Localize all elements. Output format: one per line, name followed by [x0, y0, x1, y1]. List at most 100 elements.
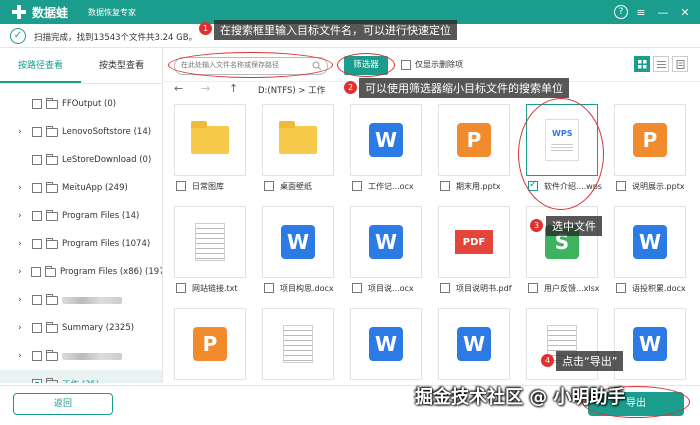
file-name: 工作记...ocx — [368, 182, 414, 191]
tree-item-checkbox[interactable] — [32, 155, 42, 165]
tree-item[interactable]: › — [0, 342, 162, 370]
file-tile[interactable]: W 项目构思.docx — [254, 198, 334, 296]
chevron-right-icon[interactable]: › — [18, 211, 28, 221]
file-tile[interactable]: W — [430, 300, 510, 385]
tree-item[interactable]: ›FFOutput (0) — [0, 90, 162, 118]
word-icon[interactable]: W — [350, 104, 422, 176]
word-icon[interactable]: W — [614, 206, 686, 278]
deleted-only-toggle[interactable]: 仅显示删除项 — [401, 59, 463, 70]
file-tile[interactable] — [254, 300, 334, 385]
tree-item[interactable]: › MeituApp (249) — [0, 174, 162, 202]
tree-item-checkbox[interactable] — [32, 183, 42, 193]
word-icon[interactable]: W — [438, 308, 510, 380]
word-icon[interactable]: W — [350, 206, 422, 278]
chevron-right-icon[interactable]: › — [18, 127, 28, 137]
tree-item[interactable]: ›工作 (35) — [0, 370, 162, 383]
chevron-right-icon[interactable]: › — [18, 351, 28, 361]
tab-by-path[interactable]: 按路径查看 — [0, 48, 81, 83]
deleted-only-checkbox[interactable] — [401, 59, 411, 70]
folder-icon — [46, 181, 58, 193]
word-icon[interactable]: W — [350, 308, 422, 380]
annotation-badge-1: 1 — [199, 22, 212, 35]
tree-item-checkbox[interactable] — [32, 239, 42, 249]
file-checkbox[interactable] — [352, 283, 362, 293]
folder-icon — [46, 321, 58, 333]
tree-item-checkbox[interactable] — [32, 211, 42, 221]
file-tile[interactable]: W — [606, 300, 686, 385]
detail-view-icon[interactable] — [672, 56, 688, 72]
word-icon[interactable]: W — [614, 308, 686, 380]
tree-item[interactable]: › Summary (2325) — [0, 314, 162, 342]
file-checkbox[interactable] — [528, 283, 538, 293]
file-name: 用户反馈...xlsx — [544, 284, 600, 293]
file-tile[interactable]: W — [342, 300, 422, 385]
file-tile[interactable] — [518, 300, 598, 385]
folder-icon[interactable] — [262, 104, 334, 176]
txt-icon[interactable] — [262, 308, 334, 380]
tree-item-checkbox[interactable] — [31, 267, 41, 277]
file-tile[interactable]: P — [166, 300, 246, 385]
forward-arrow-icon[interactable]: → — [201, 82, 210, 95]
tree-item[interactable]: › Program Files (14) — [0, 202, 162, 230]
ppt-icon[interactable]: P — [614, 104, 686, 176]
txt-icon[interactable] — [174, 206, 246, 278]
tree-item-checkbox[interactable] — [32, 127, 42, 137]
help-icon[interactable]: ? — [614, 5, 628, 19]
file-tile[interactable]: P 说明展示.pptx — [606, 98, 686, 194]
tree-item-checkbox[interactable] — [32, 323, 42, 333]
chevron-right-icon[interactable]: › — [18, 295, 28, 305]
file-tile[interactable]: W 工作记...ocx — [342, 98, 422, 194]
filter-highlight — [337, 53, 395, 77]
folder-icon — [44, 265, 56, 277]
tree-item-label: Program Files (1074) — [62, 239, 151, 249]
up-arrow-icon[interactable]: ↑ — [229, 82, 238, 95]
ppt-icon[interactable]: P — [174, 308, 246, 380]
pdf-icon[interactable]: PDF — [438, 206, 510, 278]
sidebar: 按路径查看 按类型查看 ›FFOutput (0)›LenovoSoftstor… — [0, 48, 163, 383]
file-tile[interactable]: W 项目说...ocx — [342, 198, 422, 296]
file-checkbox[interactable] — [352, 181, 362, 191]
file-checkbox[interactable] — [264, 181, 274, 191]
file-tile[interactable]: 日常图库 — [166, 98, 246, 194]
file-checkbox[interactable] — [440, 283, 450, 293]
file-checkbox[interactable] — [176, 283, 186, 293]
file-tile[interactable]: 桌面壁纸 — [254, 98, 334, 194]
chevron-right-icon[interactable]: › — [18, 183, 28, 193]
tree-item[interactable]: ›LeStoreDownload (0) — [0, 146, 162, 174]
file-tile[interactable]: W 语投积累.docx — [606, 198, 686, 296]
tree-item[interactable]: › Program Files (1074) — [0, 230, 162, 258]
tree-item-label: Program Files (14) — [62, 211, 140, 221]
folder-icon[interactable] — [174, 104, 246, 176]
list-view-icon[interactable] — [653, 56, 669, 72]
tree-item[interactable]: › — [0, 286, 162, 314]
tree-item-checkbox[interactable] — [32, 295, 42, 305]
close-icon[interactable]: ✕ — [676, 3, 694, 21]
file-checkbox[interactable] — [264, 283, 274, 293]
tree-item[interactable]: › LenovoSoftstore (14) — [0, 118, 162, 146]
file-tile[interactable]: P 期末用.pptx — [430, 98, 510, 194]
file-checkbox[interactable] — [616, 283, 626, 293]
grid-view-icon[interactable] — [634, 56, 650, 72]
tree-item-checkbox[interactable] — [32, 99, 42, 109]
menu-icon[interactable]: ≡ — [632, 3, 650, 21]
tab-by-type[interactable]: 按类型查看 — [81, 48, 162, 83]
back-button[interactable]: 返回 — [13, 393, 113, 415]
tree-item-checkbox[interactable] — [32, 351, 42, 361]
tree-item-checkbox[interactable] — [32, 379, 42, 383]
chevron-right-icon[interactable]: › — [18, 323, 28, 333]
file-checkbox[interactable] — [176, 181, 186, 191]
ppt-icon[interactable]: P — [438, 104, 510, 176]
file-checkbox[interactable] — [616, 181, 626, 191]
chevron-right-icon[interactable]: › — [18, 267, 27, 277]
folder-icon — [46, 209, 58, 221]
word-icon[interactable]: W — [262, 206, 334, 278]
minimize-icon[interactable]: — — [654, 3, 672, 21]
file-checkbox[interactable] — [440, 181, 450, 191]
file-tile[interactable]: 网站链接.txt — [166, 198, 246, 296]
tree-item[interactable]: › Program Files (x86) (1976 — [0, 258, 162, 286]
file-name: 期末用.pptx — [456, 182, 501, 191]
back-arrow-icon[interactable]: ← — [174, 82, 183, 95]
chevron-right-icon[interactable]: › — [18, 239, 28, 249]
file-tile[interactable]: PDF 项目说明书.pdf — [430, 198, 512, 296]
file-tile[interactable]: S 用户反馈...xlsx — [518, 198, 600, 296]
